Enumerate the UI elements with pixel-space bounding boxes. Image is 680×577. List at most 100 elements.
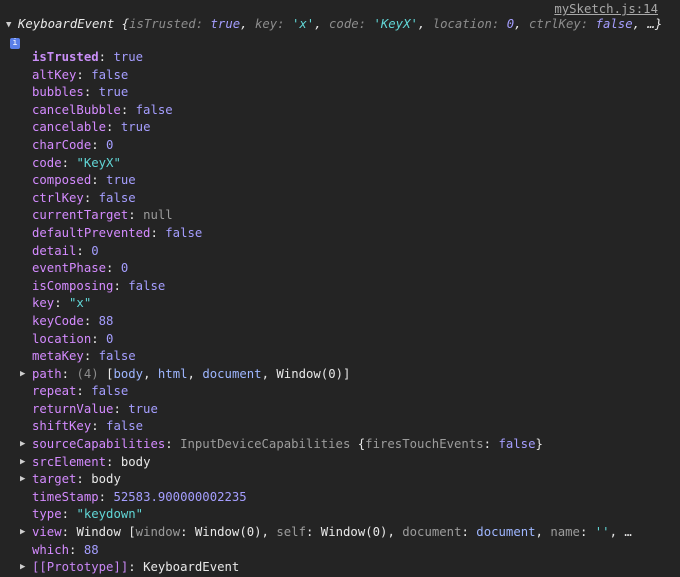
property-value: , xyxy=(187,366,203,381)
property-row: which: 88 xyxy=(18,542,680,560)
property-value: window xyxy=(135,525,181,540)
property-row[interactable]: ▶ view: Window [window: Window(0), self: … xyxy=(18,524,680,542)
property-key: ctrlKey xyxy=(32,190,84,205)
expand-toggle-icon[interactable]: ▼ xyxy=(6,17,18,34)
property-colon: : xyxy=(106,120,121,135)
property-row: bubbles: true xyxy=(18,84,680,102)
property-value: "keydown" xyxy=(76,507,144,522)
property-colon: : xyxy=(113,278,129,293)
property-colon: : xyxy=(61,525,77,540)
property-key: timeStamp xyxy=(32,489,99,504)
property-row[interactable]: ▶ srcElement: body xyxy=(18,454,680,472)
property-colon: : xyxy=(128,208,144,223)
property-value: : xyxy=(180,525,195,540)
summary-separator: , xyxy=(240,17,255,31)
summary-colon: : xyxy=(358,17,374,31)
property-key: srcElement xyxy=(32,454,107,469)
property-key: type xyxy=(32,507,62,522)
expand-arrow-icon[interactable]: ▶ xyxy=(20,454,30,472)
property-colon: : xyxy=(91,331,107,346)
summary-value: false xyxy=(595,17,633,31)
property-key: charCode xyxy=(32,137,92,152)
property-colon: : xyxy=(98,50,114,64)
property-colon: : xyxy=(83,190,99,205)
property-key: composed xyxy=(32,173,92,188)
property-key: key xyxy=(32,296,55,311)
info-icon[interactable]: i xyxy=(10,38,20,49)
summary-brace: { xyxy=(121,17,130,31)
property-key: path xyxy=(32,366,62,381)
expand-arrow-icon[interactable]: ▶ xyxy=(20,524,30,542)
property-value: true xyxy=(120,120,151,135)
object-summary[interactable]: ▼ KeyboardEvent {isTrusted: true, key: 'x… xyxy=(6,16,666,51)
object-type: KeyboardEvent xyxy=(18,17,115,31)
property-row: cancelable: true xyxy=(18,119,680,137)
property-row: type: "keydown" xyxy=(18,506,680,524)
property-row: ctrlKey: false xyxy=(18,190,680,208)
property-row[interactable]: ▶ [[Prototype]]: KeyboardEvent xyxy=(18,559,680,577)
property-row: code: "KeyX" xyxy=(18,155,680,173)
property-row: repeat: false xyxy=(18,383,680,401)
property-value: Window(0) xyxy=(194,525,262,540)
summary-value: 'KeyX' xyxy=(373,17,418,31)
property-colon: : xyxy=(120,102,136,117)
property-key: currentTarget xyxy=(32,208,129,223)
property-value[interactable]: html xyxy=(158,367,188,381)
property-value: Window(0) xyxy=(320,525,388,540)
property-value: } xyxy=(535,437,543,452)
property-colon: : xyxy=(98,489,114,504)
property-value: firesTouchEvents xyxy=(365,437,484,452)
property-value: false xyxy=(106,419,144,434)
property-value: … xyxy=(624,525,632,540)
property-colon: : xyxy=(83,349,99,364)
property-key: metaKey xyxy=(32,349,84,364)
property-key: [[Prototype]] xyxy=(32,560,129,575)
expand-arrow-icon[interactable]: ▶ xyxy=(20,559,30,577)
property-value: 0 xyxy=(106,331,114,346)
expand-arrow-icon[interactable]: ▶ xyxy=(20,471,30,489)
property-row: returnValue: true xyxy=(18,401,680,419)
property-key: sourceCapabilities xyxy=(32,437,166,452)
property-key: detail xyxy=(32,243,77,258)
property-row[interactable]: ▶ target: body xyxy=(18,471,680,489)
property-colon: : xyxy=(128,560,144,575)
property-value: , xyxy=(535,525,551,540)
property-key: defaultPrevented xyxy=(32,225,151,240)
property-row[interactable]: ▶ sourceCapabilities: InputDeviceCapabili… xyxy=(18,436,680,454)
property-colon: : xyxy=(61,507,77,522)
property-row: charCode: 0 xyxy=(18,137,680,155)
property-key: altKey xyxy=(32,67,77,82)
summary-key: key xyxy=(254,17,278,31)
expand-arrow-icon[interactable]: ▶ xyxy=(20,366,30,384)
property-colon: : xyxy=(54,296,70,311)
property-value: false xyxy=(91,67,129,82)
property-colon: : xyxy=(91,173,107,188)
property-value: 88 xyxy=(98,313,114,328)
source-location-link[interactable]: mySketch.js:14 xyxy=(554,2,658,16)
property-key: returnValue xyxy=(32,401,114,416)
property-row: eventPhase: 0 xyxy=(18,260,680,278)
property-colon: : xyxy=(61,366,77,381)
property-value: false xyxy=(98,349,136,364)
property-value[interactable]: body xyxy=(113,367,143,381)
property-row: location: 0 xyxy=(18,331,680,349)
property-key: keyCode xyxy=(32,313,84,328)
property-row[interactable]: ▶ path: (4) [body, html, document, Window… xyxy=(18,366,680,384)
property-value[interactable]: document xyxy=(202,367,261,381)
property-value: , xyxy=(261,525,277,540)
property-key: location xyxy=(32,331,92,346)
property-row: key: "x" xyxy=(18,295,680,313)
property-value: ] xyxy=(343,366,351,381)
summary-separator: , xyxy=(417,17,433,31)
property-colon: : xyxy=(83,313,99,328)
property-key: repeat xyxy=(32,384,77,399)
expand-arrow-icon[interactable]: ▶ xyxy=(20,436,30,454)
summary-colon: : xyxy=(580,17,596,31)
property-value: true xyxy=(98,85,129,100)
property-value: , xyxy=(387,525,403,540)
property-value[interactable]: document xyxy=(476,525,535,539)
property-row: composed: true xyxy=(18,172,680,190)
property-colon: : xyxy=(61,155,77,170)
summary-colon: : xyxy=(491,17,507,31)
property-key: bubbles xyxy=(32,85,84,100)
